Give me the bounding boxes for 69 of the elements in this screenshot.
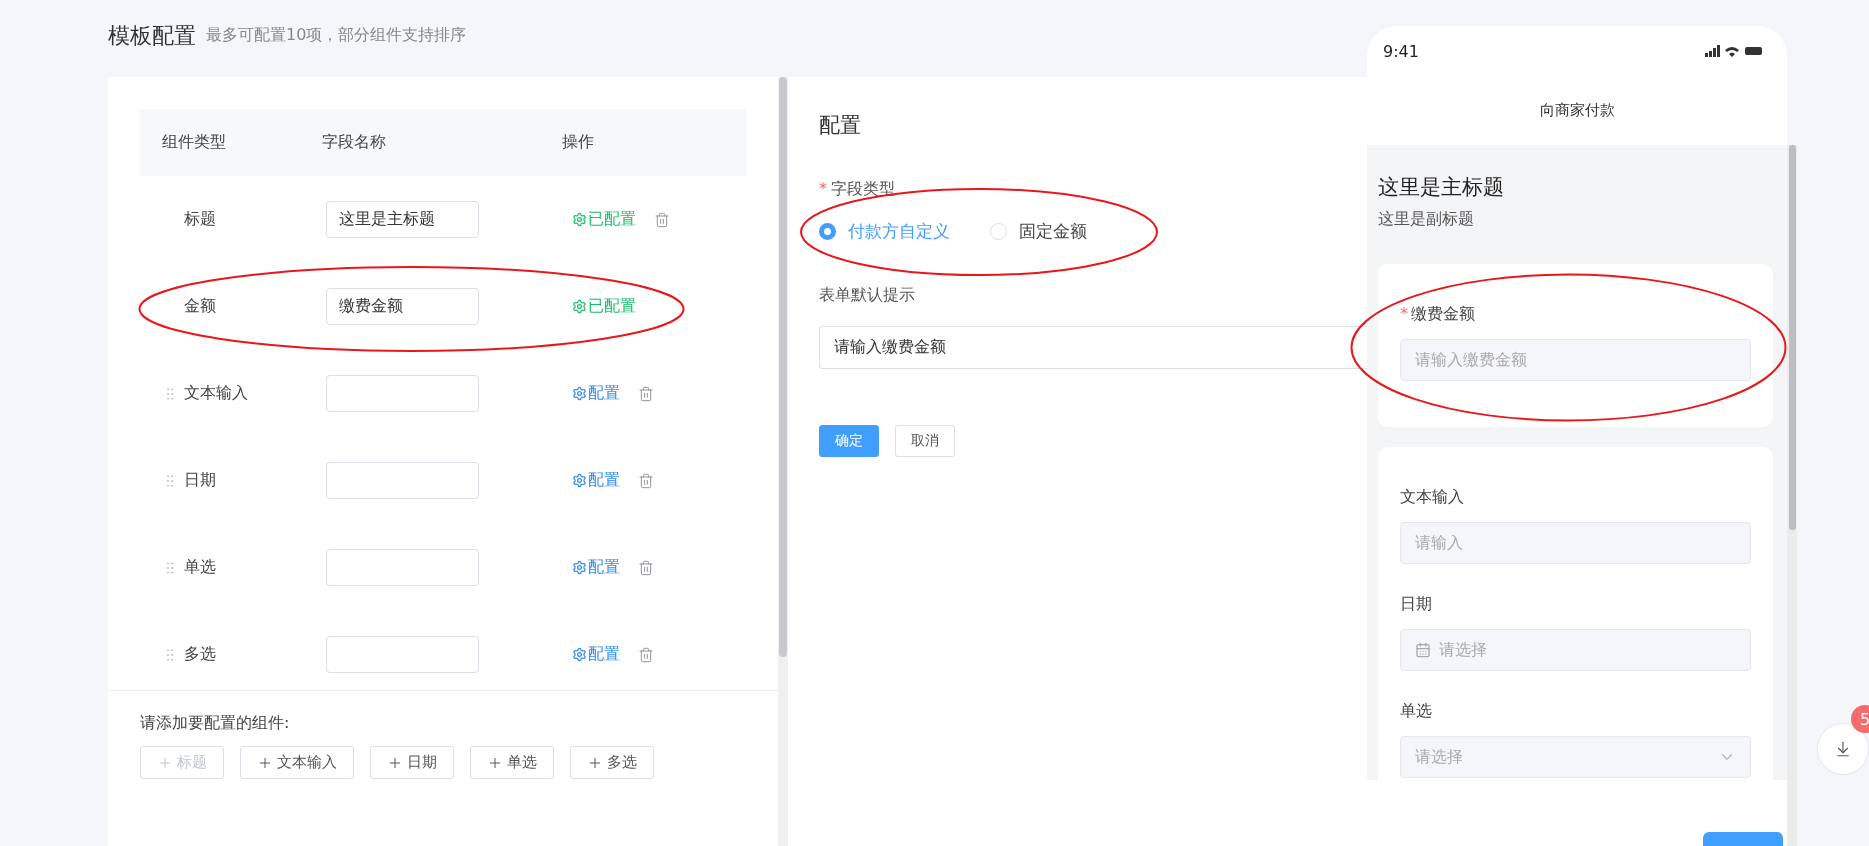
form-field-label: 单选 <box>1400 701 1432 722</box>
date-picker[interactable]: 请选择 <box>1400 629 1751 671</box>
component-type: 多选 <box>184 644 216 665</box>
delete-button[interactable] <box>638 472 654 489</box>
gear-icon <box>572 647 587 662</box>
component-type: 标题 <box>184 209 216 230</box>
radio-option[interactable]: 付款方自定义 <box>819 220 950 243</box>
gear-icon <box>572 212 587 227</box>
cancel-button[interactable]: 取消 <box>895 425 955 457</box>
field-name-input[interactable] <box>326 462 479 499</box>
required-mark: * <box>1400 304 1408 325</box>
delete-button[interactable] <box>654 211 670 228</box>
status-time: 9:41 <box>1383 41 1419 61</box>
component-type: 金额 <box>184 296 216 317</box>
component-type: 单选 <box>184 557 216 578</box>
gear-icon <box>572 560 587 575</box>
add-component-button[interactable]: 单选 <box>470 746 554 779</box>
add-component-button[interactable]: 多选 <box>570 746 654 779</box>
add-component-button[interactable]: 文本输入 <box>240 746 354 779</box>
field-name-input[interactable] <box>326 375 479 412</box>
delete-button[interactable] <box>638 385 654 402</box>
configure-link[interactable]: 已配置 <box>572 209 636 230</box>
hint-label: 表单默认提示 <box>819 285 915 306</box>
calendar-icon <box>1415 642 1431 658</box>
required-mark: * <box>819 179 827 200</box>
delete-button[interactable] <box>638 646 654 663</box>
form-subtitle: 这里是副标题 <box>1378 209 1475 230</box>
field-name-input[interactable] <box>326 636 479 673</box>
column-header: 字段名称 <box>322 132 387 153</box>
hint-input[interactable]: 请输入缴费金额 <box>819 326 1367 369</box>
configure-link[interactable]: 配置 <box>572 383 620 404</box>
delete-button[interactable] <box>638 559 654 576</box>
configure-link[interactable]: 配置 <box>572 470 620 491</box>
radio-icon[interactable] <box>819 223 836 240</box>
field-name-input[interactable]: 这里是主标题 <box>326 201 479 238</box>
form-field-label: 文本输入 <box>1400 487 1464 508</box>
input-field[interactable]: 请输入 <box>1400 522 1751 564</box>
gear-icon <box>572 299 587 314</box>
config-title: 配置 <box>819 112 862 139</box>
input-field[interactable]: 请输入缴费金额 <box>1400 339 1751 381</box>
page-title: 模板配置 <box>108 21 196 50</box>
pay-button[interactable] <box>1703 832 1783 846</box>
phone-scrollbar[interactable] <box>1788 145 1796 530</box>
select-field[interactable]: 请选择 <box>1400 736 1751 778</box>
column-header: 组件类型 <box>162 132 227 153</box>
configure-link[interactable]: 配置 <box>572 557 620 578</box>
form-field-label: 缴费金额 <box>1411 304 1475 325</box>
gear-icon <box>572 473 587 488</box>
add-components-label: 请添加要配置的组件: <box>140 713 291 734</box>
add-component-button[interactable]: 日期 <box>370 746 454 779</box>
column-header: 操作 <box>562 132 595 153</box>
component-type: 文本输入 <box>184 383 248 404</box>
configure-link[interactable]: 配置 <box>572 644 620 665</box>
page-subtitle: 最多可配置10项，部分组件支持排序 <box>206 25 467 46</box>
radio-option[interactable]: 固定金额 <box>990 220 1087 243</box>
scrollbar[interactable] <box>779 77 787 657</box>
form-title: 这里是主标题 <box>1378 174 1505 201</box>
download-icon <box>1834 740 1852 758</box>
configure-link[interactable]: 已配置 <box>572 296 636 317</box>
gear-icon <box>572 386 587 401</box>
field-name-input[interactable]: 缴费金额 <box>326 288 479 325</box>
form-field-label: 日期 <box>1400 594 1432 615</box>
nav-title: 向商家付款 <box>1538 100 1616 121</box>
confirm-button[interactable]: 确定 <box>819 425 879 457</box>
status-icons <box>1705 45 1763 57</box>
component-type: 日期 <box>184 470 216 491</box>
field-name-input[interactable] <box>326 549 479 586</box>
count-badge: 5 <box>1851 705 1869 733</box>
download-button[interactable] <box>1817 723 1869 775</box>
